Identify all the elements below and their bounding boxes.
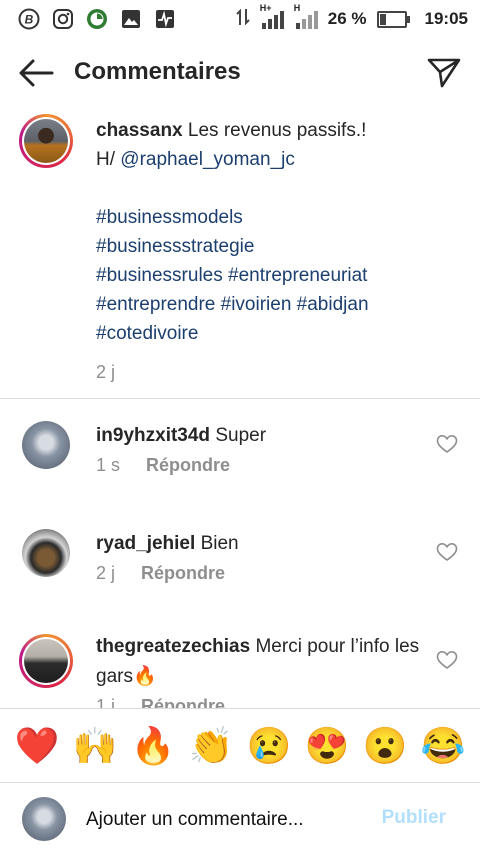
comment-item: thegreatezechias Merci pour l’info les g… xyxy=(0,632,480,708)
raised-hands-emoji[interactable]: 🙌 xyxy=(73,725,118,766)
comment-text: thegreatezechias Merci pour l’info les g… xyxy=(96,632,426,692)
pulse-icon xyxy=(154,8,176,30)
comment-input[interactable] xyxy=(84,803,348,837)
fire-emoji[interactable]: 🔥 xyxy=(131,725,176,766)
crying-emoji[interactable]: 😢 xyxy=(247,725,292,766)
reply-button[interactable]: Répondre xyxy=(141,563,225,584)
comment-meta: 1 j Répondre xyxy=(96,696,225,708)
signal-icon: H+ xyxy=(260,3,284,29)
send-icon[interactable] xyxy=(426,54,462,90)
comment-composer: Publier xyxy=(0,782,480,855)
comment-item: ryad_jehiel Bien 2 j Répondre xyxy=(0,529,480,633)
header: Commentaires xyxy=(0,38,480,106)
comment-body: Bien xyxy=(200,533,239,554)
hashtags-line-4[interactable]: #entreprendre #ivoirien #abidjan xyxy=(96,290,468,319)
comment-time: 2 j xyxy=(96,563,116,583)
caption-text: Les revenus passifs.! xyxy=(187,120,367,141)
comment-avatar[interactable] xyxy=(19,634,73,688)
reply-button[interactable]: Répondre xyxy=(141,696,225,708)
comment-time: 1 s xyxy=(96,455,121,475)
comment-text: ryad_jehiel Bien xyxy=(96,529,426,559)
comment-body: Super xyxy=(215,425,267,446)
svg-text:B: B xyxy=(25,13,34,27)
divider xyxy=(0,398,480,399)
signal-type-label-2: H xyxy=(293,3,301,13)
image-icon xyxy=(120,8,142,30)
caption-time: 2 j xyxy=(96,362,116,382)
emoji-quick-reactions: ❤️ 🙌 🔥 👏 😢 😍 😮 😂 xyxy=(0,708,480,782)
signal-icon-2: H xyxy=(294,3,318,29)
heart-eyes-emoji[interactable]: 😍 xyxy=(305,725,350,766)
instagram-icon xyxy=(52,8,74,30)
user-avatar xyxy=(22,797,66,841)
signal-type-label: H+ xyxy=(259,3,272,13)
back-arrow-icon[interactable] xyxy=(16,56,56,90)
comment-username[interactable]: ryad_jehiel xyxy=(96,533,195,554)
status-bar: B H+ H 26 % 19:05 xyxy=(0,0,480,38)
caption-body: chassanx Les revenus passifs.! H/ @rapha… xyxy=(96,116,468,387)
comment-item: in9yhzxit34d Super 1 s Répondre xyxy=(0,421,480,525)
surprised-emoji[interactable]: 😮 xyxy=(363,725,408,766)
caption-mention[interactable]: @raphael_yoman_jc xyxy=(120,149,295,170)
page-title: Commentaires xyxy=(74,58,241,85)
battery-percent: 26 % xyxy=(327,9,367,28)
heart-icon[interactable] xyxy=(436,650,458,670)
comment-meta: 2 j Répondre xyxy=(96,563,225,584)
comment-avatar[interactable] xyxy=(22,421,70,469)
comment-username[interactable]: in9yhzxit34d xyxy=(96,425,210,446)
hashtags-line-1[interactable]: #businessmodels xyxy=(96,203,468,232)
hashtags-line-2[interactable]: #businessstrategie xyxy=(96,232,468,261)
heart-icon[interactable] xyxy=(436,434,458,454)
caption-prefix: H/ xyxy=(96,149,121,170)
caption: chassanx Les revenus passifs.! H/ @rapha… xyxy=(0,106,480,398)
publish-button[interactable]: Publier xyxy=(382,807,446,829)
reply-button[interactable]: Répondre xyxy=(146,455,230,476)
clock: 19:05 xyxy=(424,9,468,28)
laughing-emoji[interactable]: 😂 xyxy=(421,725,466,766)
caption-avatar[interactable] xyxy=(19,114,73,168)
comment-username[interactable]: thegreatezechias xyxy=(96,636,250,657)
timer-icon xyxy=(86,8,108,30)
comment-meta: 1 s Répondre xyxy=(96,455,230,476)
heart-emoji[interactable]: ❤️ xyxy=(15,725,60,766)
comment-text: in9yhzxit34d Super xyxy=(96,421,426,451)
comment-avatar[interactable] xyxy=(22,529,70,577)
heart-icon[interactable] xyxy=(436,542,458,562)
b-circle-icon: B xyxy=(18,8,40,30)
hashtags-line-3[interactable]: #businessrules #entrepreneuriat xyxy=(96,261,468,290)
battery-icon xyxy=(376,10,410,28)
clapping-emoji[interactable]: 👏 xyxy=(189,725,234,766)
data-transfer-icon xyxy=(236,7,250,32)
comment-time: 1 j xyxy=(96,696,116,708)
caption-username[interactable]: chassanx xyxy=(96,120,183,141)
hashtags-line-5[interactable]: #cotedivoire xyxy=(96,319,468,348)
